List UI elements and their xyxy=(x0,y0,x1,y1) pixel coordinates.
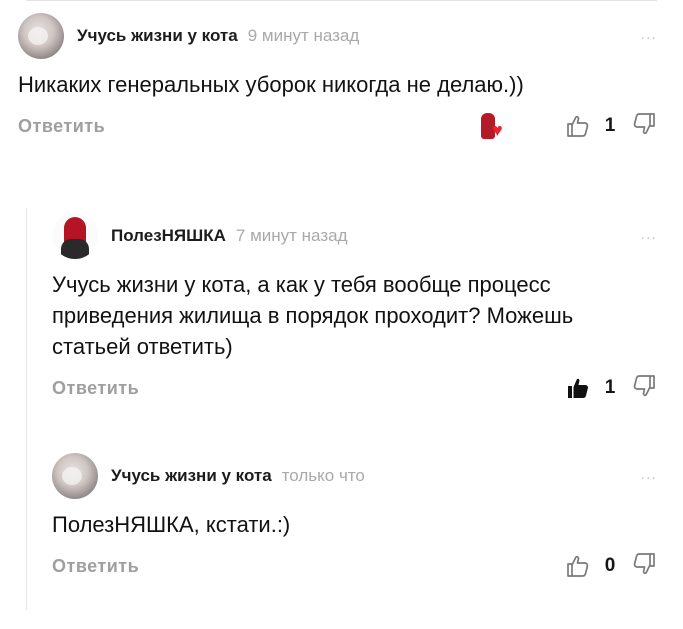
reply-button[interactable]: Ответить xyxy=(52,556,139,577)
author-name[interactable]: Учусь жизни у кота xyxy=(111,466,272,486)
comment-text: Учусь жизни у кота, а как у тебя вообще … xyxy=(52,272,574,359)
author-name[interactable]: ПолезНЯШКА xyxy=(111,226,226,246)
like-count: 0 xyxy=(604,555,616,576)
comment-header: Учусь жизни у кота 9 минут назад ... xyxy=(18,10,657,62)
dislike-button[interactable] xyxy=(631,551,657,582)
like-button[interactable]: 1 xyxy=(565,113,617,139)
reply-button[interactable]: Ответить xyxy=(52,378,139,399)
more-options-icon[interactable]: ... xyxy=(641,466,657,484)
thumbs-up-icon xyxy=(567,115,589,137)
comment-actions: Ответить 0 xyxy=(52,546,657,586)
thread-line xyxy=(26,208,27,610)
thumbs-down-icon xyxy=(633,552,655,574)
timestamp: 9 минут назад xyxy=(247,26,360,45)
like-button[interactable]: 1 xyxy=(565,375,617,401)
comment-text: Никаких генеральных уборок никогда не де… xyxy=(18,72,524,97)
thumbs-up-filled-icon xyxy=(568,378,588,398)
avatar[interactable] xyxy=(52,453,98,499)
like-count: 1 xyxy=(604,377,616,398)
reacted-user-avatar[interactable]: ♥ xyxy=(479,111,509,141)
comment-actions: Ответить ♥ 1 xyxy=(18,106,657,146)
like-button[interactable]: 0 xyxy=(565,553,617,579)
comment-header: ПолезНЯШКА 7 минут назад ... xyxy=(52,210,657,262)
heart-icon: ♥ xyxy=(492,120,503,140)
reply-button[interactable]: Ответить xyxy=(18,116,105,137)
comment-header: Учусь жизни у кота только что ... xyxy=(52,450,657,502)
like-count: 1 xyxy=(604,115,616,136)
more-options-icon[interactable]: ... xyxy=(641,26,657,44)
thumbs-down-icon xyxy=(633,374,655,396)
thumbs-up-icon xyxy=(567,555,589,577)
avatar[interactable] xyxy=(18,13,64,59)
comment: Учусь жизни у кота 9 минут назад ... Ник… xyxy=(18,10,657,146)
more-options-icon[interactable]: ... xyxy=(641,226,657,244)
comment-text: ПолезНЯШКА, кстати.:) xyxy=(52,512,291,537)
top-divider xyxy=(26,0,657,1)
avatar[interactable] xyxy=(52,213,98,259)
comment-actions: Ответить 1 xyxy=(52,368,657,408)
author-name[interactable]: Учусь жизни у кота xyxy=(77,26,238,46)
thumbs-down-icon xyxy=(633,112,655,134)
dislike-button[interactable] xyxy=(631,373,657,404)
timestamp: только что xyxy=(281,466,365,485)
dislike-button[interactable] xyxy=(631,111,657,142)
comment-reply: Учусь жизни у кота только что ... ПолезН… xyxy=(52,450,657,586)
comment-reply: ПолезНЯШКА 7 минут назад ... Учусь жизни… xyxy=(52,210,657,408)
timestamp: 7 минут назад xyxy=(235,226,348,245)
